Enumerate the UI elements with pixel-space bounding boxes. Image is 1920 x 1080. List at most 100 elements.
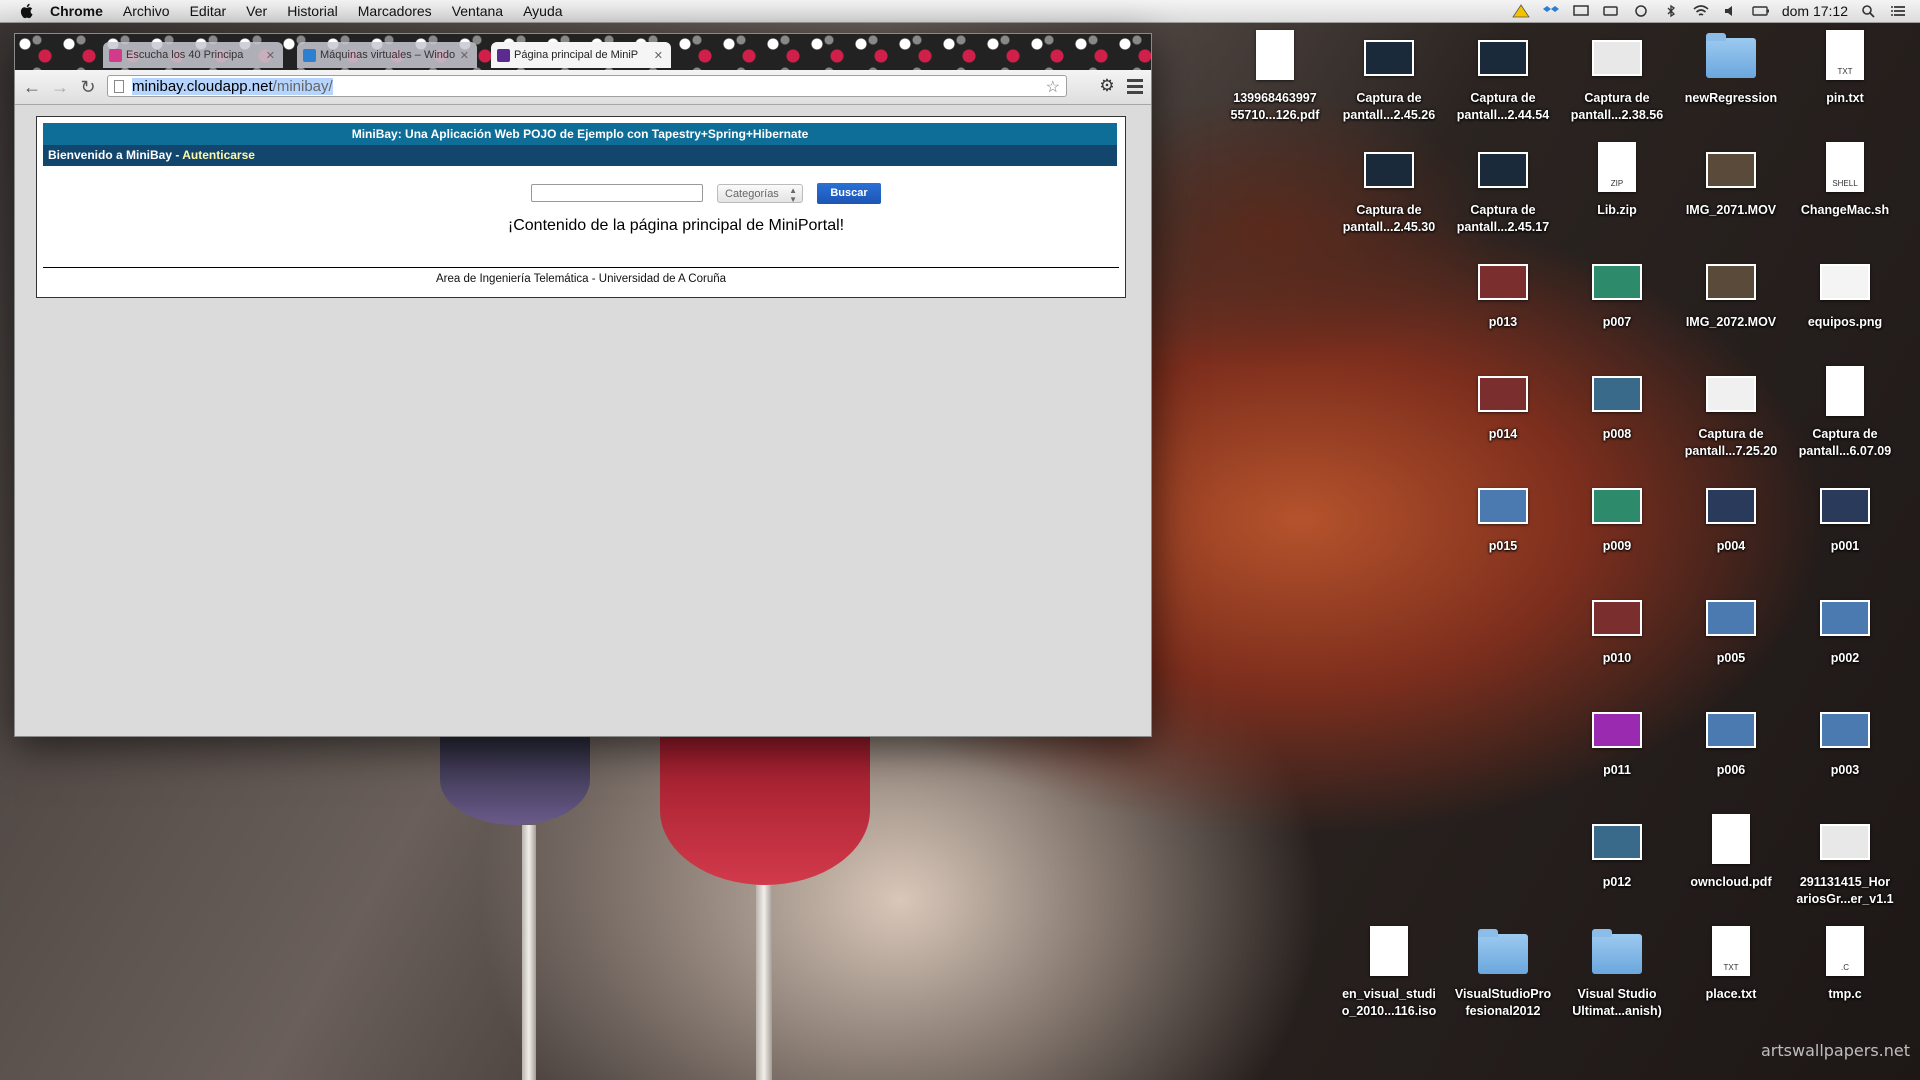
desktop-icon-label: IMG_2071.MOV [1685, 203, 1777, 217]
image-thumbnail-icon [1478, 142, 1528, 198]
desktop-icon[interactable]: p002 [1790, 590, 1900, 667]
folder-icon [1706, 30, 1756, 86]
battery-icon[interactable] [1752, 4, 1770, 18]
desktop-icon[interactable]: p012 [1562, 814, 1672, 891]
select-arrows-icon: ▲ ▼ [789, 186, 797, 204]
desktop-icon[interactable]: 139968463997 55710...126.pdf [1220, 30, 1330, 124]
desktop-icon[interactable]: newRegression [1676, 30, 1786, 107]
main-message: ¡Contenido de la página principal de Min… [507, 217, 845, 234]
desktop-icon[interactable]: p008 [1562, 366, 1672, 443]
image-thumbnail-icon [1478, 478, 1528, 534]
desktop-icon[interactable]: p003 [1790, 702, 1900, 779]
back-arrow-icon[interactable]: ← [21, 76, 43, 98]
desktop-icon[interactable]: SHELL ChangeMac.sh [1790, 142, 1900, 219]
gear-icon[interactable]: ⚙ [1097, 76, 1117, 96]
login-link[interactable]: Autenticarse [182, 148, 255, 162]
desktop-icon[interactable]: equipos.png [1790, 254, 1900, 331]
volume-icon[interactable] [1722, 4, 1740, 18]
page-header: MiniBay: Una Aplicación Web POJO de Ejem… [43, 123, 1117, 145]
desktop-icon[interactable]: p001 [1790, 478, 1900, 555]
menubar-clock[interactable]: dom 17:12 [1782, 3, 1848, 19]
desktop-icon[interactable]: Captura de pantall...7.25.20 [1676, 366, 1786, 460]
desktop-icon[interactable]: p007 [1562, 254, 1672, 331]
menu-icon[interactable] [1125, 76, 1145, 96]
image-thumbnail-icon [1706, 478, 1756, 534]
document-icon [1364, 926, 1414, 982]
display-icon[interactable] [1572, 4, 1590, 18]
time-machine-icon[interactable] [1632, 4, 1650, 18]
desktop-icon[interactable]: p015 [1448, 478, 1558, 555]
desktop-icon[interactable]: TXT pin.txt [1790, 30, 1900, 107]
tab-escucha[interactable]: Escucha los 40 Principa ✕ [103, 42, 283, 68]
dropbox-icon[interactable] [1542, 4, 1560, 18]
reload-icon[interactable]: ↻ [77, 76, 99, 98]
forward-arrow-icon[interactable]: → [49, 76, 71, 98]
desktop-icon-label: Visual Studio Ultimat...anish) [1572, 987, 1662, 1018]
tab-maquinas-virtuales[interactable]: Máquinas virtuales – Windo ✕ [297, 42, 477, 68]
notification-center-icon[interactable] [1890, 4, 1908, 18]
image-thumbnail-icon [1706, 366, 1756, 422]
desktop-icon[interactable]: p011 [1562, 702, 1672, 779]
desktop-icon[interactable]: p004 [1676, 478, 1786, 555]
image-thumbnail-icon [1820, 702, 1870, 758]
desktop-icon[interactable]: Captura de pantall...6.07.09 [1790, 366, 1900, 460]
desktop-icon[interactable]: TXT place.txt [1676, 926, 1786, 1003]
desktop-icon[interactable]: p005 [1676, 590, 1786, 667]
battery-level-icon[interactable] [1602, 4, 1620, 18]
desktop-icon[interactable]: Captura de pantall...2.38.56 [1562, 30, 1672, 124]
menu-ventana[interactable]: Ventana [452, 3, 503, 19]
desktop-icon[interactable]: Captura de pantall...2.45.30 [1334, 142, 1444, 236]
desktop-icon[interactable]: IMG_2071.MOV [1676, 142, 1786, 219]
address-bar[interactable]: minibay.cloudapp.net/minibay/ ☆ [107, 75, 1067, 97]
desktop-icon[interactable]: .C tmp.c [1790, 926, 1900, 1003]
menu-app-name[interactable]: Chrome [50, 3, 103, 19]
desktop-icon[interactable]: p006 [1676, 702, 1786, 779]
wifi-icon[interactable] [1692, 4, 1710, 18]
tab-title: Máquinas virtuales – Windo [320, 49, 456, 61]
category-select[interactable]: Categorías ▲ ▼ [717, 184, 803, 204]
image-thumbnail-icon [1592, 366, 1642, 422]
desktop-icon[interactable]: p014 [1448, 366, 1558, 443]
menu-ver[interactable]: Ver [246, 3, 267, 19]
close-icon[interactable]: ✕ [654, 49, 663, 62]
image-thumbnail-icon [1706, 702, 1756, 758]
document-icon [1706, 814, 1756, 870]
menu-ayuda[interactable]: Ayuda [523, 3, 562, 19]
desktop-icon[interactable]: en_visual_studi o_2010...116.iso [1334, 926, 1444, 1020]
desktop-icon[interactable]: Captura de pantall...2.44.54 [1448, 30, 1558, 124]
desktop-icon[interactable]: IMG_2072.MOV [1676, 254, 1786, 331]
desktop-icon-label: newRegression [1684, 91, 1778, 105]
menu-editar[interactable]: Editar [190, 3, 227, 19]
desktop-icon[interactable]: p009 [1562, 478, 1672, 555]
desktop-icon[interactable]: 291131415_Hor ariosGr...er_v1.1 [1790, 814, 1900, 908]
menu-marcadores[interactable]: Marcadores [358, 3, 432, 19]
desktop-icon[interactable]: ZIP Lib.zip [1562, 142, 1672, 219]
search-button[interactable]: Buscar [817, 183, 881, 204]
desktop-icon-label: p001 [1830, 539, 1860, 553]
spotlight-search-icon[interactable] [1860, 4, 1878, 18]
desktop-icon-label: Captura de pantall...2.45.30 [1342, 203, 1436, 234]
close-icon[interactable]: ✕ [460, 49, 469, 62]
desktop-icon[interactable]: Captura de pantall...2.45.26 [1334, 30, 1444, 124]
bluetooth-icon[interactable] [1662, 4, 1680, 18]
url-path: /minibay/ [272, 78, 333, 95]
desktop-icon[interactable]: Captura de pantall...2.45.17 [1448, 142, 1558, 236]
desktop-icon-label: 139968463997 55710...126.pdf [1230, 91, 1320, 122]
page-footer: Area de Ingeniería Telemática - Universi… [435, 273, 726, 285]
bookmark-star-icon[interactable]: ☆ [1046, 77, 1060, 99]
desktop-icon[interactable]: VisualStudioPro fesional2012 [1448, 926, 1558, 1020]
desktop-icon[interactable]: p013 [1448, 254, 1558, 331]
desktop-icon-label: p003 [1830, 763, 1860, 777]
menu-historial[interactable]: Historial [287, 3, 338, 19]
desktop-icon[interactable]: owncloud.pdf [1676, 814, 1786, 891]
search-input[interactable] [531, 184, 703, 202]
tab-pagina-principal[interactable]: Página principal de MiniP ✕ [491, 42, 671, 68]
tab-title: Escucha los 40 Principa [126, 49, 244, 61]
menu-archivo[interactable]: Archivo [123, 3, 170, 19]
warning-icon[interactable] [1512, 4, 1530, 18]
desktop-icon[interactable]: Visual Studio Ultimat...anish) [1562, 926, 1672, 1020]
apple-menu-icon[interactable] [18, 2, 36, 20]
close-icon[interactable]: ✕ [266, 49, 275, 62]
tab-strip: Escucha los 40 Principa ✕ Máquinas virtu… [15, 34, 1151, 70]
desktop-icon[interactable]: p010 [1562, 590, 1672, 667]
